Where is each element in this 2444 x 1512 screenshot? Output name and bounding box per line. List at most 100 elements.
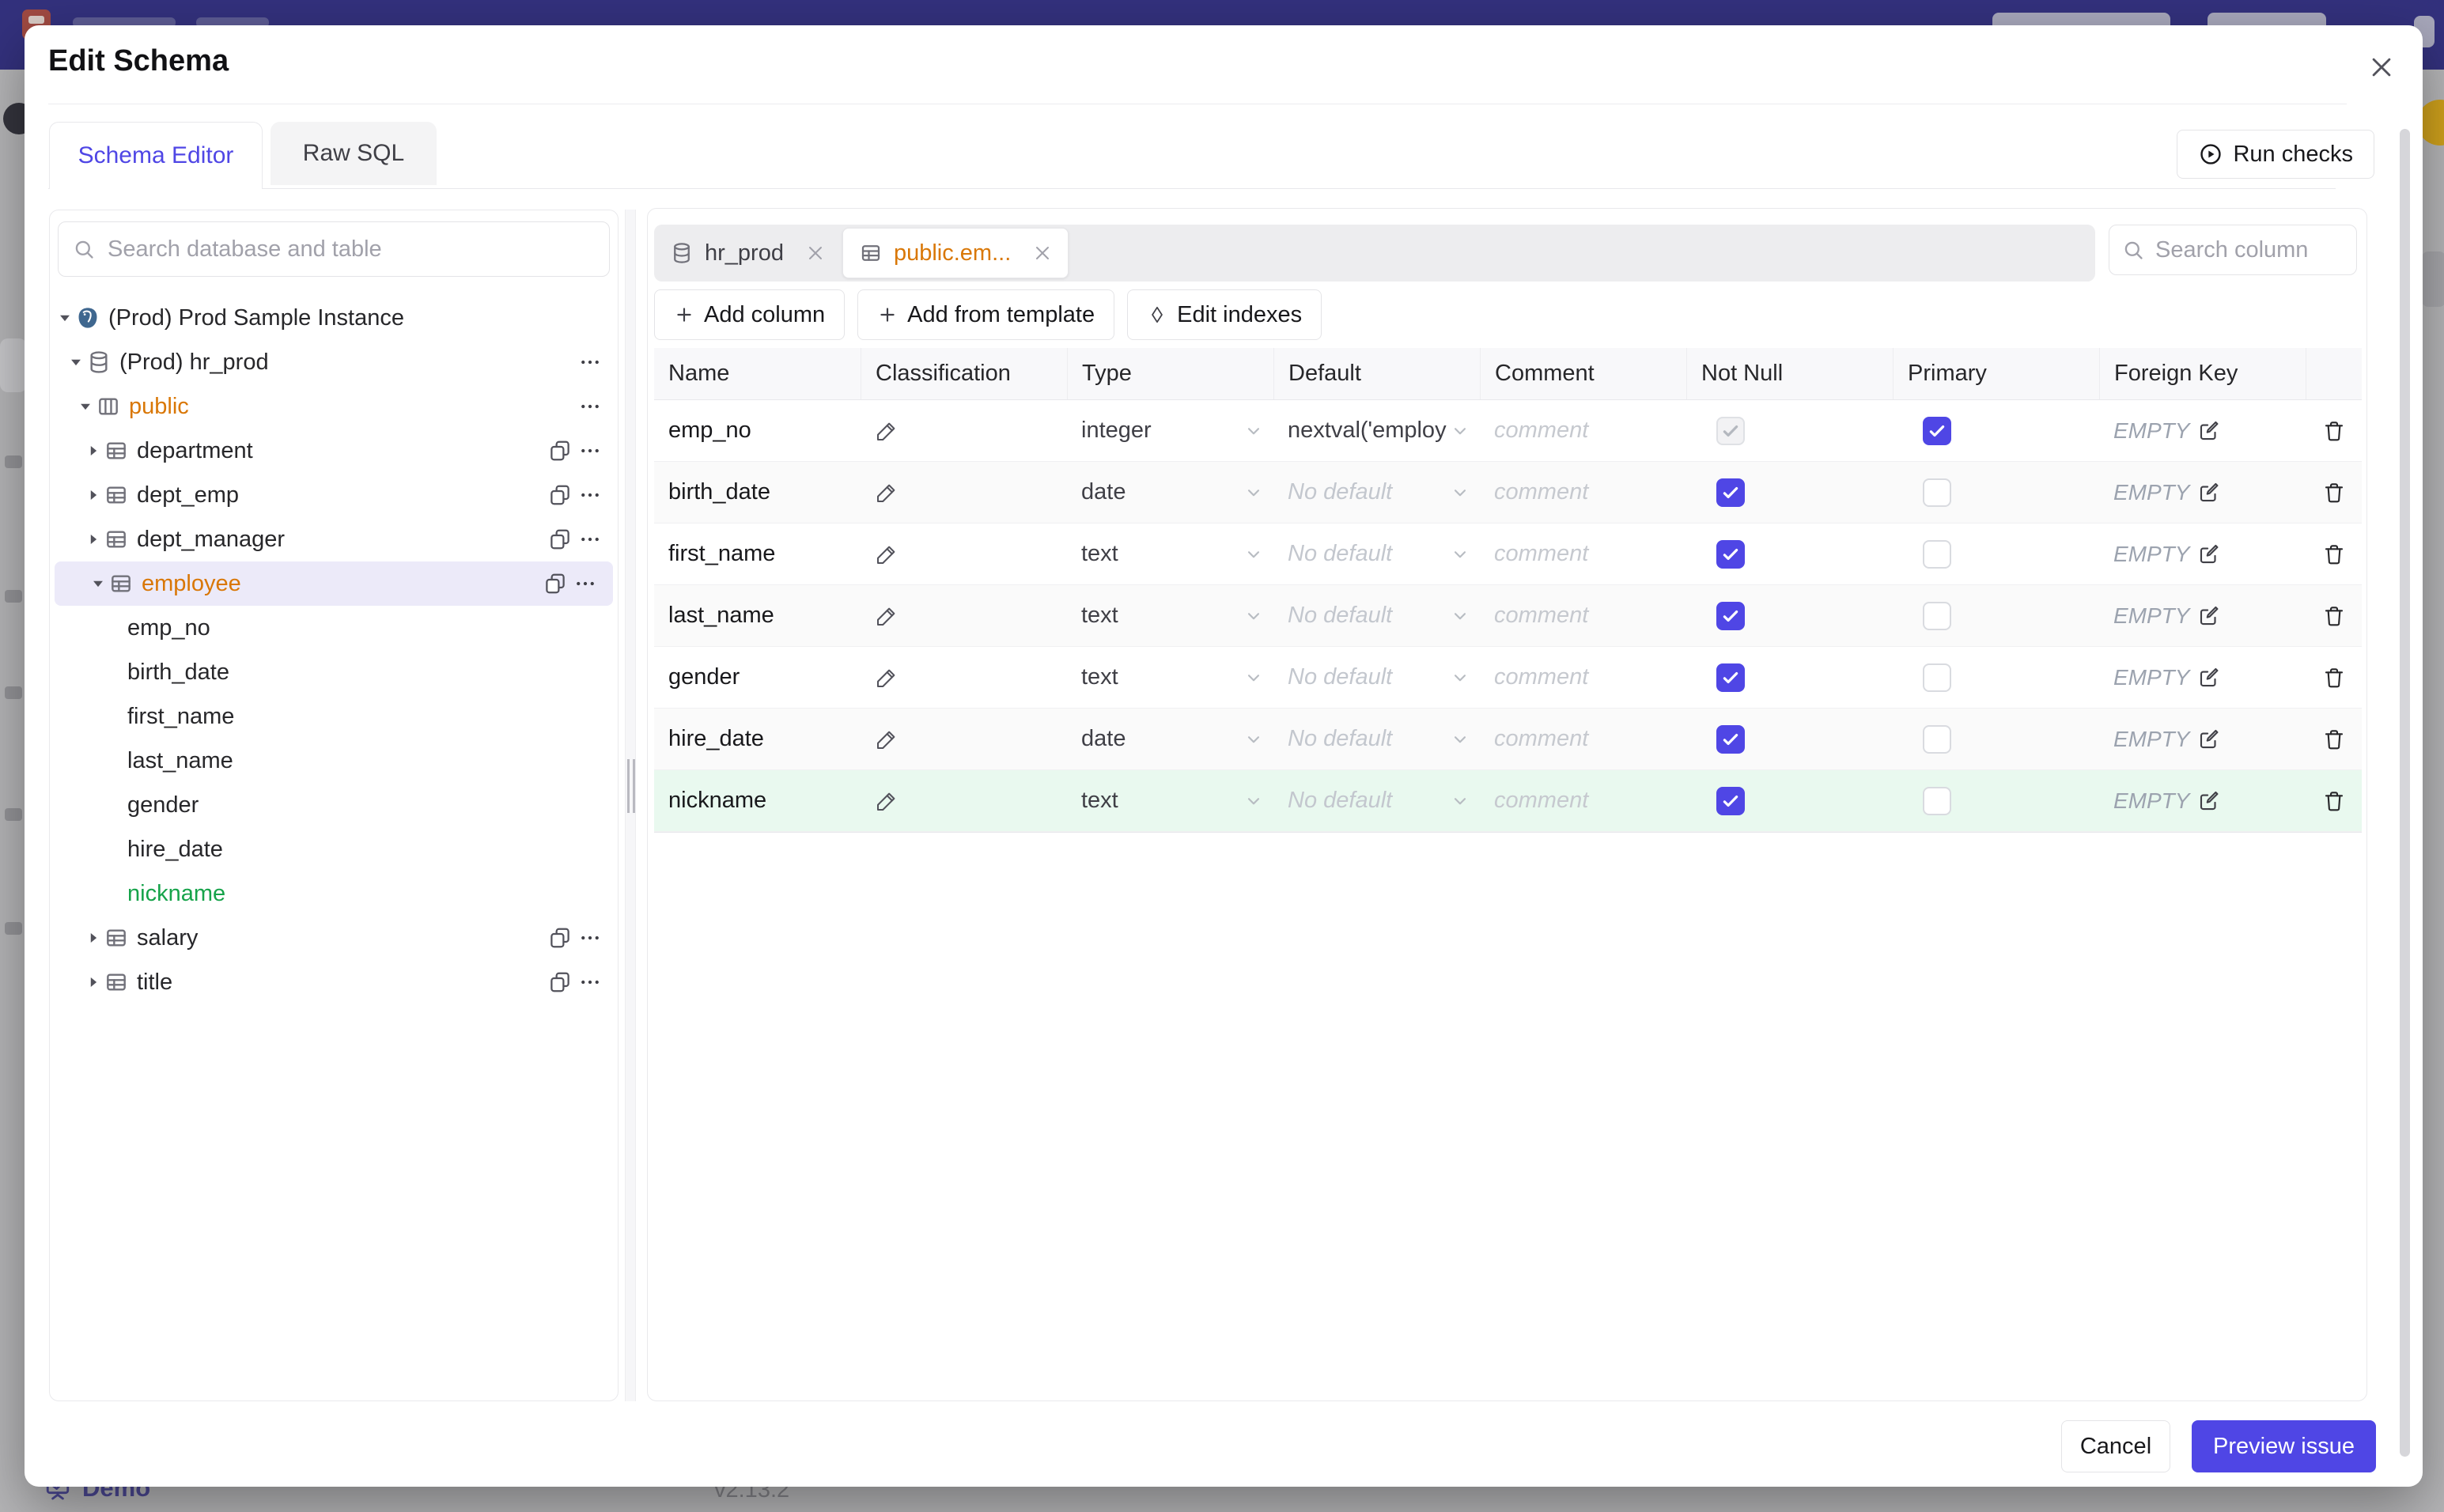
- primary-checkbox[interactable]: [1923, 786, 1951, 815]
- tab-schema-editor[interactable]: Schema Editor: [49, 122, 263, 189]
- caret-right-icon[interactable]: [83, 929, 104, 947]
- column-name-input[interactable]: birth_date: [668, 479, 770, 505]
- type-select[interactable]: text: [1081, 603, 1273, 629]
- primary-checkbox[interactable]: [1923, 478, 1951, 507]
- edit-foreign-key-icon[interactable]: [2197, 666, 2221, 690]
- classification-edit-icon[interactable]: [875, 789, 899, 813]
- tree-item-nickname[interactable]: nickname: [50, 871, 618, 916]
- cancel-button[interactable]: Cancel: [2061, 1420, 2170, 1472]
- type-select[interactable]: text: [1081, 541, 1273, 567]
- column-name-input[interactable]: first_name: [668, 541, 775, 567]
- tree-item--prod-prod-sample-instance[interactable]: (Prod) Prod Sample Instance: [50, 296, 618, 340]
- default-select[interactable]: No default: [1288, 479, 1480, 505]
- copy-icon[interactable]: [548, 527, 572, 551]
- type-select[interactable]: date: [1081, 726, 1273, 752]
- primary-checkbox[interactable]: [1923, 539, 1951, 569]
- tree-item-last_name[interactable]: last_name: [50, 739, 618, 783]
- delete-column-icon[interactable]: [2321, 727, 2347, 752]
- column-name-input[interactable]: hire_date: [668, 726, 764, 752]
- add-column-button[interactable]: Add column: [654, 289, 846, 340]
- edit-foreign-key-icon[interactable]: [2197, 481, 2221, 505]
- caret-down-icon[interactable]: [88, 575, 108, 592]
- copy-icon[interactable]: [548, 926, 572, 950]
- delete-column-icon[interactable]: [2321, 603, 2347, 629]
- default-select[interactable]: No default: [1288, 603, 1480, 629]
- tree-item-department[interactable]: department: [50, 429, 618, 473]
- database-search-input[interactable]: [106, 235, 595, 263]
- caret-right-icon[interactable]: [83, 486, 104, 504]
- tree-item-emp_no[interactable]: emp_no: [50, 606, 618, 650]
- caret-right-icon[interactable]: [83, 442, 104, 459]
- edit-foreign-key-icon[interactable]: [2197, 542, 2221, 566]
- tree-item-first_name[interactable]: first_name: [50, 694, 618, 739]
- comment-input[interactable]: comment: [1494, 418, 1588, 444]
- comment-input[interactable]: comment: [1494, 788, 1588, 814]
- column-name-input[interactable]: last_name: [668, 603, 774, 629]
- more-menu-icon[interactable]: [573, 572, 597, 595]
- caret-right-icon[interactable]: [83, 973, 104, 991]
- tree-item-birth_date[interactable]: birth_date: [50, 650, 618, 694]
- editor-tab-public-em-[interactable]: public.em...: [842, 228, 1069, 278]
- close-icon[interactable]: [2368, 54, 2395, 81]
- tree-item-public[interactable]: public: [50, 384, 618, 429]
- copy-icon[interactable]: [543, 572, 567, 595]
- tab-raw-sql[interactable]: Raw SQL: [271, 122, 437, 185]
- tree-item-title[interactable]: title: [50, 960, 618, 1004]
- default-select[interactable]: No default: [1288, 726, 1480, 752]
- not-null-checkbox[interactable]: [1716, 601, 1745, 630]
- preview-issue-button[interactable]: Preview issue: [2192, 1420, 2376, 1472]
- more-menu-icon[interactable]: [578, 483, 602, 507]
- caret-down-icon[interactable]: [55, 309, 75, 327]
- classification-edit-icon[interactable]: [875, 604, 899, 628]
- primary-checkbox[interactable]: [1923, 601, 1951, 630]
- not-null-checkbox[interactable]: [1716, 416, 1745, 445]
- not-null-checkbox[interactable]: [1716, 663, 1745, 692]
- tree-item-dept_manager[interactable]: dept_manager: [50, 517, 618, 561]
- default-select[interactable]: No default: [1288, 788, 1480, 814]
- edit-foreign-key-icon[interactable]: [2197, 789, 2221, 813]
- tree-item-gender[interactable]: gender: [50, 783, 618, 827]
- classification-edit-icon[interactable]: [875, 728, 899, 751]
- type-select[interactable]: integer: [1081, 418, 1273, 444]
- column-name-input[interactable]: gender: [668, 664, 740, 690]
- more-menu-icon[interactable]: [578, 527, 602, 551]
- comment-input[interactable]: comment: [1494, 541, 1588, 567]
- caret-right-icon[interactable]: [83, 531, 104, 548]
- edit-foreign-key-icon[interactable]: [2197, 604, 2221, 628]
- primary-checkbox[interactable]: [1923, 416, 1951, 445]
- tree-item--prod-hr_prod[interactable]: (Prod) hr_prod: [50, 340, 618, 384]
- type-select[interactable]: text: [1081, 788, 1273, 814]
- copy-icon[interactable]: [548, 439, 572, 463]
- edit-foreign-key-icon[interactable]: [2197, 419, 2221, 443]
- database-search-box[interactable]: [58, 221, 610, 277]
- caret-down-icon[interactable]: [66, 353, 86, 371]
- modal-scrollbar[interactable]: [2400, 129, 2410, 1457]
- add-from-template-button[interactable]: Add from template: [857, 289, 1115, 340]
- delete-column-icon[interactable]: [2321, 542, 2347, 567]
- column-search-box[interactable]: [2109, 225, 2357, 275]
- classification-edit-icon[interactable]: [875, 481, 899, 505]
- pane-splitter[interactable]: [625, 210, 636, 1401]
- comment-input[interactable]: comment: [1494, 479, 1588, 505]
- classification-edit-icon[interactable]: [875, 542, 899, 566]
- comment-input[interactable]: comment: [1494, 726, 1588, 752]
- column-name-input[interactable]: emp_no: [668, 418, 751, 444]
- not-null-checkbox[interactable]: [1716, 786, 1745, 815]
- delete-column-icon[interactable]: [2321, 480, 2347, 505]
- more-menu-icon[interactable]: [578, 439, 602, 463]
- column-search-input[interactable]: [2154, 236, 2344, 264]
- column-name-input[interactable]: nickname: [668, 788, 766, 814]
- comment-input[interactable]: comment: [1494, 664, 1588, 690]
- comment-input[interactable]: comment: [1494, 603, 1588, 629]
- not-null-checkbox[interactable]: [1716, 539, 1745, 569]
- classification-edit-icon[interactable]: [875, 419, 899, 443]
- more-menu-icon[interactable]: [578, 395, 602, 418]
- type-select[interactable]: date: [1081, 479, 1273, 505]
- tree-item-salary[interactable]: salary: [50, 916, 618, 960]
- more-menu-icon[interactable]: [578, 350, 602, 374]
- copy-icon[interactable]: [548, 483, 572, 507]
- default-select[interactable]: No default: [1288, 541, 1480, 567]
- more-menu-icon[interactable]: [578, 926, 602, 950]
- delete-column-icon[interactable]: [2321, 418, 2347, 444]
- tree-item-dept_emp[interactable]: dept_emp: [50, 473, 618, 517]
